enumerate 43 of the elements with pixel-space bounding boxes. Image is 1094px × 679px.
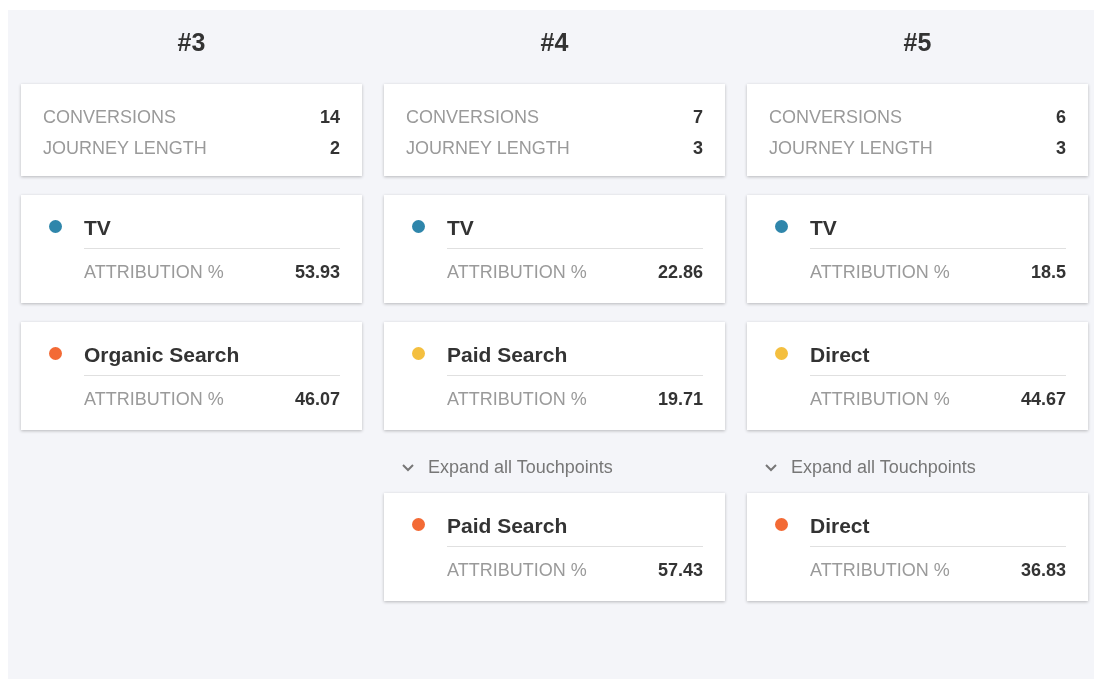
stat-label: JOURNEY LENGTH [406, 137, 570, 160]
stat-label: JOURNEY LENGTH [769, 137, 933, 160]
attribution-label: ATTRIBUTION % [810, 387, 950, 411]
stat-value: 7 [693, 106, 703, 129]
channel-name: TV [84, 216, 111, 239]
attribution-label: ATTRIBUTION % [447, 387, 587, 411]
attribution-label: ATTRIBUTION % [84, 387, 224, 411]
stat-value: 14 [319, 106, 340, 129]
chevron-down-icon [765, 463, 777, 472]
channel-name: Direct [810, 343, 870, 366]
attribution-value: 57.43 [657, 558, 703, 582]
channel-name: Organic Search [84, 343, 240, 366]
attribution-value: 36.83 [1020, 558, 1066, 582]
attribution-label: ATTRIBUTION % [447, 558, 587, 582]
expand-toggle[interactable]: Expand all Touchpoints [765, 454, 976, 481]
attribution-value: 22.86 [657, 260, 703, 284]
stat-label: CONVERSIONS [406, 106, 540, 129]
attribution-value: 46.07 [294, 387, 340, 411]
channel-name: TV [447, 216, 474, 239]
channel-name: TV [810, 216, 837, 239]
attribution-value: 53.93 [294, 260, 340, 284]
channel-name: Paid Search [447, 343, 568, 366]
stat-label: CONVERSIONS [43, 106, 177, 129]
channel-name: Paid Search [447, 514, 568, 537]
column-title: #3 [177, 27, 206, 58]
stat-value: 6 [1056, 106, 1066, 129]
expand-toggle[interactable]: Expand all Touchpoints [402, 454, 613, 481]
attribution-label: ATTRIBUTION % [810, 558, 950, 582]
chevron-down-icon [402, 463, 414, 472]
column-title: #5 [903, 27, 932, 58]
stat-label: CONVERSIONS [769, 106, 903, 129]
stat-value: 3 [1056, 137, 1066, 160]
stat-value: 3 [693, 137, 703, 160]
channel-name: Direct [810, 514, 870, 537]
column-title: #4 [540, 27, 569, 58]
attribution-value: 18.5 [1030, 260, 1066, 284]
stat-value: 2 [330, 137, 340, 160]
attribution-label: ATTRIBUTION % [447, 260, 587, 284]
attribution-value: 19.71 [657, 387, 703, 411]
attribution-value: 44.67 [1020, 387, 1066, 411]
attribution-label: ATTRIBUTION % [84, 260, 224, 284]
attribution-label: ATTRIBUTION % [810, 260, 950, 284]
stat-label: JOURNEY LENGTH [43, 137, 207, 160]
